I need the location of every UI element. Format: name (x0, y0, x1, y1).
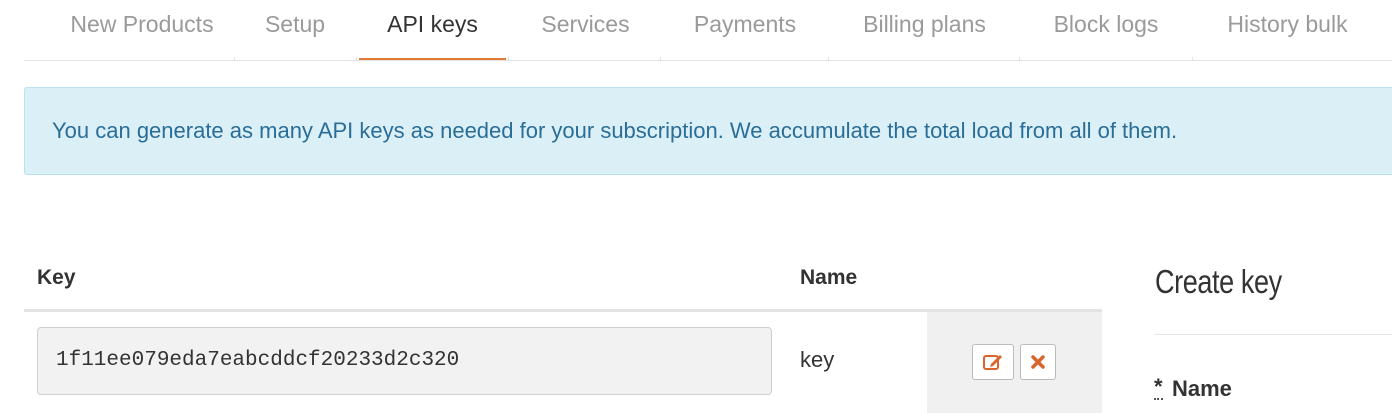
tab-divider (508, 57, 509, 61)
info-alert: You can generate as many API keys as nee… (24, 87, 1392, 175)
create-key-title: Create key (1155, 263, 1282, 300)
api-keys-table: Key Name 1f11ee079eda7eabcddcf20233d2c32… (24, 258, 1102, 413)
edit-icon (983, 355, 1002, 370)
tab-divider (356, 57, 357, 61)
row-actions (927, 312, 1102, 413)
panel-divider (1155, 334, 1392, 335)
tab-new-products[interactable]: New Products (52, 0, 232, 59)
tab-bar: New Products Setup API keys Services Pay… (24, 0, 1392, 61)
tab-divider (1019, 57, 1020, 61)
column-header-name: Name (800, 266, 858, 289)
tab-api-keys[interactable]: API keys (359, 0, 506, 60)
required-marker: * (1154, 374, 1163, 400)
tab-divider (828, 57, 829, 61)
tab-block-logs[interactable]: Block logs (1049, 0, 1163, 59)
api-key-field[interactable]: 1f11ee079eda7eabcddcf20233d2c320 (37, 327, 772, 395)
tab-history-bulk[interactable]: History bulk (1222, 0, 1353, 59)
column-header-key: Key (37, 266, 76, 289)
tab-services[interactable]: Services (538, 0, 633, 59)
tab-setup[interactable]: Setup (264, 0, 326, 59)
tab-divider (234, 57, 235, 61)
tab-billing-plans[interactable]: Billing plans (858, 0, 991, 59)
tab-divider (1192, 57, 1193, 61)
name-field-label: Name (1172, 376, 1232, 401)
tab-divider (660, 57, 661, 61)
tab-payments[interactable]: Payments (690, 0, 800, 59)
alert-text: You can generate as many API keys as nee… (52, 118, 1178, 143)
delete-button[interactable] (1020, 344, 1056, 380)
edit-button[interactable] (972, 344, 1014, 380)
delete-icon (1031, 355, 1045, 369)
key-name: key (800, 347, 835, 372)
